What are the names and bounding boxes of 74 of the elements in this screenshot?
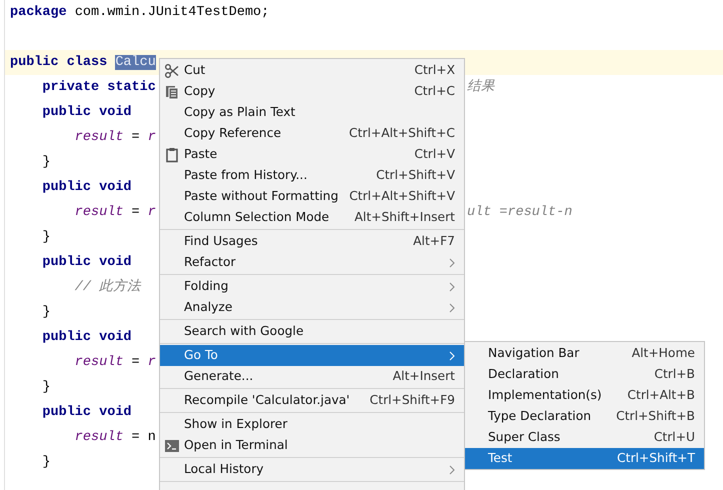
code-text: } bbox=[41, 380, 51, 395]
menu-item[interactable]: Column Selection Mode Alt+Shift+Insert bbox=[160, 207, 464, 228]
menu-item[interactable]: Type Declaration Ctrl+Shift+B bbox=[465, 406, 704, 427]
menu-item[interactable]: Local History bbox=[160, 459, 464, 480]
menu-item[interactable]: Folding bbox=[160, 276, 464, 297]
shortcut-text: Ctrl+Shift+V bbox=[376, 167, 455, 184]
menu-item[interactable]: Cut Ctrl+X bbox=[160, 60, 464, 81]
menu-item[interactable]: Analyze bbox=[160, 297, 464, 318]
shortcut-text: Ctrl+Shift+T bbox=[617, 450, 695, 468]
shortcut-text: Alt+Insert bbox=[392, 368, 455, 386]
menu-item[interactable]: Recompile 'Calculator.java' Ctrl+Shift+F9 bbox=[160, 390, 464, 411]
terminal-icon bbox=[164, 438, 180, 454]
code-keyword: public void bbox=[41, 105, 132, 120]
shortcut-text: Alt+Shift+Insert bbox=[354, 209, 455, 226]
menu-item[interactable]: Declaration Ctrl+B bbox=[465, 364, 704, 385]
menu-item[interactable]: Paste from History... Ctrl+Shift+V bbox=[160, 165, 464, 186]
code-keyword: package bbox=[10, 5, 67, 20]
code-text: = bbox=[130, 205, 141, 220]
shortcut-text: Ctrl+B bbox=[654, 366, 695, 384]
menu-item[interactable]: Paste without Formatting Ctrl+Alt+Shift+V bbox=[160, 186, 464, 207]
code-text: } bbox=[41, 230, 51, 245]
menu-item[interactable]: Super Class Ctrl+U bbox=[465, 427, 704, 448]
menu-item[interactable]: Find Usages Alt+F7 bbox=[160, 231, 464, 252]
code-text: = bbox=[130, 355, 141, 370]
code-comment: ult =result-n bbox=[467, 205, 572, 220]
menu-item[interactable]: Generate... Alt+Insert bbox=[160, 366, 464, 387]
shortcut-text: Ctrl+Alt+B bbox=[627, 387, 695, 404]
code-keyword: public void bbox=[41, 255, 132, 270]
code-text: } bbox=[41, 455, 51, 470]
shortcut-text: Alt+F7 bbox=[413, 233, 455, 250]
menu-item[interactable]: Copy as Plain Text bbox=[160, 102, 464, 123]
menu-item[interactable]: Refactor bbox=[160, 252, 464, 273]
clipboard-icon bbox=[164, 146, 180, 162]
code-field: r bbox=[148, 130, 156, 145]
shortcut-text: Ctrl+V bbox=[414, 146, 455, 164]
code-comment: 结果 bbox=[467, 80, 495, 95]
code-comment: // 此方法 bbox=[74, 280, 142, 295]
shortcut-text: Ctrl+U bbox=[654, 429, 695, 446]
code-keyword: public class bbox=[10, 55, 108, 70]
code-text: = n bbox=[130, 430, 156, 445]
menu-item[interactable]: Copy Ctrl+C bbox=[160, 81, 464, 102]
code-field: result bbox=[10, 355, 124, 370]
code-keyword: public void bbox=[41, 180, 132, 195]
menu-item[interactable]: Search with Google bbox=[160, 321, 464, 342]
scissors-icon bbox=[164, 62, 180, 78]
code-keyword: private static bbox=[41, 80, 156, 95]
menu-item[interactable]: Copy Reference Ctrl+Alt+Shift+C bbox=[160, 123, 464, 144]
menu-item[interactable]: Navigation Bar Alt+Home bbox=[465, 343, 704, 364]
code-text: } bbox=[41, 305, 51, 320]
code-text: com.wmin.JUnit4TestDemo; bbox=[74, 5, 270, 20]
menu-item[interactable]: Paste Ctrl+V bbox=[160, 144, 464, 165]
shortcut-text: Ctrl+C bbox=[414, 83, 455, 100]
menu-item[interactable]: Test Ctrl+Shift+T bbox=[465, 448, 704, 469]
code-field: result bbox=[10, 205, 124, 220]
code-text: = bbox=[130, 130, 141, 145]
code-text: } bbox=[41, 155, 51, 170]
selected-text: Calcu bbox=[115, 55, 156, 70]
menu-item[interactable]: Implementation(s) Ctrl+Alt+B bbox=[465, 385, 704, 406]
code-field: r bbox=[148, 205, 156, 220]
shortcut-text: Ctrl+Alt+Shift+V bbox=[349, 188, 455, 206]
menu-item[interactable]: Go To bbox=[160, 345, 464, 366]
shortcut-text: Ctrl+X bbox=[414, 62, 455, 80]
copy-icon bbox=[164, 84, 180, 100]
code-field: result bbox=[10, 130, 124, 145]
code-field: result bbox=[10, 430, 124, 445]
menu-item[interactable]: Show in Explorer bbox=[160, 414, 464, 435]
shortcut-text: Ctrl+Alt+Shift+C bbox=[349, 125, 455, 142]
code-keyword: public void bbox=[41, 405, 132, 420]
code-field: r bbox=[148, 355, 156, 370]
shortcut-text: Ctrl+Shift+F9 bbox=[370, 392, 455, 410]
menu-item[interactable]: Open in Terminal bbox=[160, 435, 464, 456]
shortcut-text: Ctrl+Shift+B bbox=[616, 408, 695, 426]
code-keyword: public void bbox=[41, 330, 132, 345]
shortcut-text: Alt+Home bbox=[632, 345, 695, 362]
